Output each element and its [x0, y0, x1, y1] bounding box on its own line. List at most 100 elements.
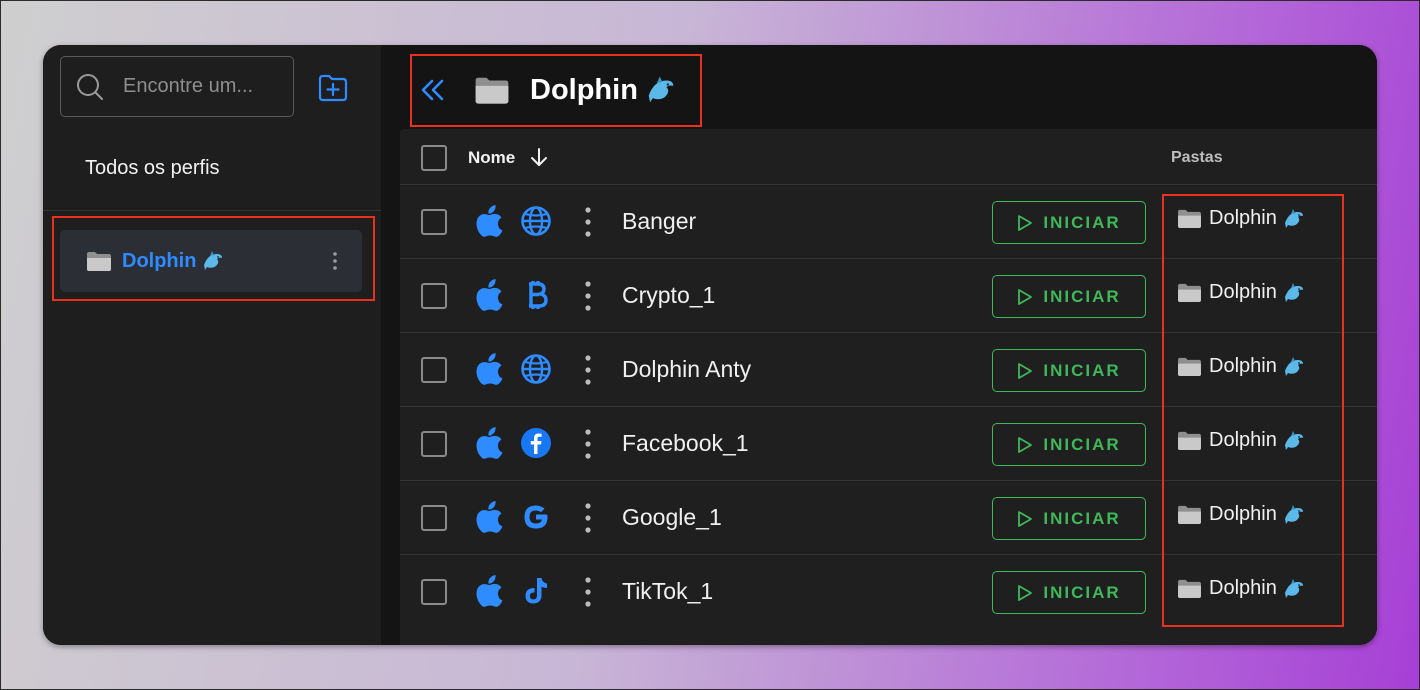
table-row[interactable]: TikTok_1 INICIAR Dolphin	[400, 555, 1377, 629]
apple-icon	[474, 351, 506, 390]
profile-name[interactable]: Google_1	[622, 504, 722, 531]
page-title: Dolphin	[530, 73, 638, 106]
folder-icon	[87, 252, 111, 271]
dolphin-icon	[1284, 282, 1303, 302]
start-button-label: INICIAR	[1043, 360, 1121, 380]
table-row[interactable]: Facebook_1 INICIAR Dolphin	[400, 407, 1377, 481]
column-header-name[interactable]: Nome	[468, 148, 515, 168]
dolphin-icon	[1284, 430, 1303, 450]
select-all-checkbox[interactable]	[421, 145, 447, 171]
row-more-icon[interactable]	[584, 576, 592, 608]
profile-name[interactable]: Dolphin Anty	[622, 356, 751, 383]
tiktok-icon	[520, 575, 552, 612]
sort-arrow-down-icon[interactable]	[528, 146, 550, 168]
start-button-label: INICIAR	[1043, 508, 1121, 528]
collapse-sidebar-icon[interactable]	[420, 77, 446, 103]
add-folder-icon[interactable]	[317, 73, 349, 103]
sidebar-divider	[43, 210, 381, 211]
folder-icon	[1178, 579, 1201, 599]
profiles-table: Nome Pastas Banger INICIAR Dolphin Crypt…	[400, 129, 1377, 645]
row-checkbox[interactable]	[421, 579, 447, 605]
app-window: Todos os perfis Dolphin	[43, 45, 1377, 645]
row-checkbox[interactable]	[421, 505, 447, 531]
folder-cell: Dolphin	[1177, 577, 1305, 600]
globe-icon	[520, 353, 552, 390]
apple-icon	[474, 573, 506, 612]
folder-cell: Dolphin	[1177, 281, 1305, 304]
folder-cell-name: Dolphin	[1209, 577, 1277, 599]
folder-cell-name: Dolphin	[1209, 281, 1277, 303]
bitcoin-icon	[520, 279, 552, 316]
folder-cell-name: Dolphin	[1209, 355, 1277, 377]
folder-cell: Dolphin	[1177, 207, 1305, 230]
row-more-icon[interactable]	[584, 354, 592, 386]
play-icon	[1018, 362, 1033, 379]
folder-more-icon[interactable]	[332, 251, 338, 271]
search-box[interactable]	[60, 56, 294, 117]
row-more-icon[interactable]	[584, 502, 592, 534]
start-button[interactable]: INICIAR	[992, 571, 1146, 614]
table-row[interactable]: Crypto_1 INICIAR Dolphin	[400, 259, 1377, 333]
start-button-label: INICIAR	[1043, 434, 1121, 454]
dolphin-icon	[1284, 208, 1303, 228]
play-icon	[1018, 510, 1033, 527]
sidebar: Todos os perfis Dolphin	[43, 45, 381, 645]
table-row[interactable]: Google_1 INICIAR Dolphin	[400, 481, 1377, 555]
folder-icon	[1178, 357, 1201, 377]
globe-icon	[520, 205, 552, 242]
google-icon	[520, 501, 552, 538]
folder-cell-name: Dolphin	[1209, 207, 1277, 229]
start-button[interactable]: INICIAR	[992, 349, 1146, 392]
apple-icon	[474, 425, 506, 464]
dolphin-icon	[648, 76, 674, 103]
table-header: Nome Pastas	[400, 129, 1377, 185]
sidebar-folder-name: Dolphin	[122, 249, 197, 272]
folder-icon	[1178, 283, 1201, 303]
table-row[interactable]: Dolphin Anty INICIAR Dolphin	[400, 333, 1377, 407]
play-icon	[1018, 584, 1033, 601]
search-icon	[77, 73, 103, 100]
dolphin-icon	[1284, 504, 1303, 524]
row-more-icon[interactable]	[584, 206, 592, 238]
sidebar-folder-item[interactable]: Dolphin	[60, 230, 362, 292]
folder-icon	[1178, 505, 1201, 525]
folder-icon	[1178, 431, 1201, 451]
search-input[interactable]	[123, 75, 273, 98]
all-profiles-link[interactable]: Todos os perfis	[85, 157, 220, 180]
row-checkbox[interactable]	[421, 283, 447, 309]
table-body: Banger INICIAR Dolphin Crypto_1 INICIAR …	[400, 185, 1377, 629]
row-checkbox[interactable]	[421, 357, 447, 383]
start-button[interactable]: INICIAR	[992, 497, 1146, 540]
folder-header: Dolphin	[410, 55, 700, 125]
folder-icon	[1178, 209, 1201, 229]
start-button[interactable]: INICIAR	[992, 423, 1146, 466]
start-button-label: INICIAR	[1043, 582, 1121, 602]
start-button-label: INICIAR	[1043, 212, 1121, 232]
dolphin-icon	[1284, 356, 1303, 376]
profile-name[interactable]: Banger	[622, 208, 696, 235]
folder-cell: Dolphin	[1177, 355, 1305, 378]
folder-icon	[475, 77, 509, 104]
row-more-icon[interactable]	[584, 280, 592, 312]
profile-name[interactable]: Crypto_1	[622, 282, 715, 309]
folder-cell: Dolphin	[1177, 503, 1305, 526]
folder-cell: Dolphin	[1177, 429, 1305, 452]
row-checkbox[interactable]	[421, 209, 447, 235]
start-button[interactable]: INICIAR	[992, 275, 1146, 318]
profile-name[interactable]: TikTok_1	[622, 578, 713, 605]
main-panel: Dolphin Nome Pastas Banger INICIAR Dolph…	[381, 45, 1377, 645]
dolphin-icon	[204, 251, 223, 270]
row-more-icon[interactable]	[584, 428, 592, 460]
apple-icon	[474, 203, 506, 242]
start-button-label: INICIAR	[1043, 286, 1121, 306]
play-icon	[1018, 288, 1033, 305]
profile-name[interactable]: Facebook_1	[622, 430, 749, 457]
table-row[interactable]: Banger INICIAR Dolphin	[400, 185, 1377, 259]
folder-cell-name: Dolphin	[1209, 429, 1277, 451]
apple-icon	[474, 499, 506, 538]
row-checkbox[interactable]	[421, 431, 447, 457]
facebook-icon	[520, 427, 552, 464]
apple-icon	[474, 277, 506, 316]
column-header-folders: Pastas	[1171, 149, 1223, 166]
start-button[interactable]: INICIAR	[992, 201, 1146, 244]
